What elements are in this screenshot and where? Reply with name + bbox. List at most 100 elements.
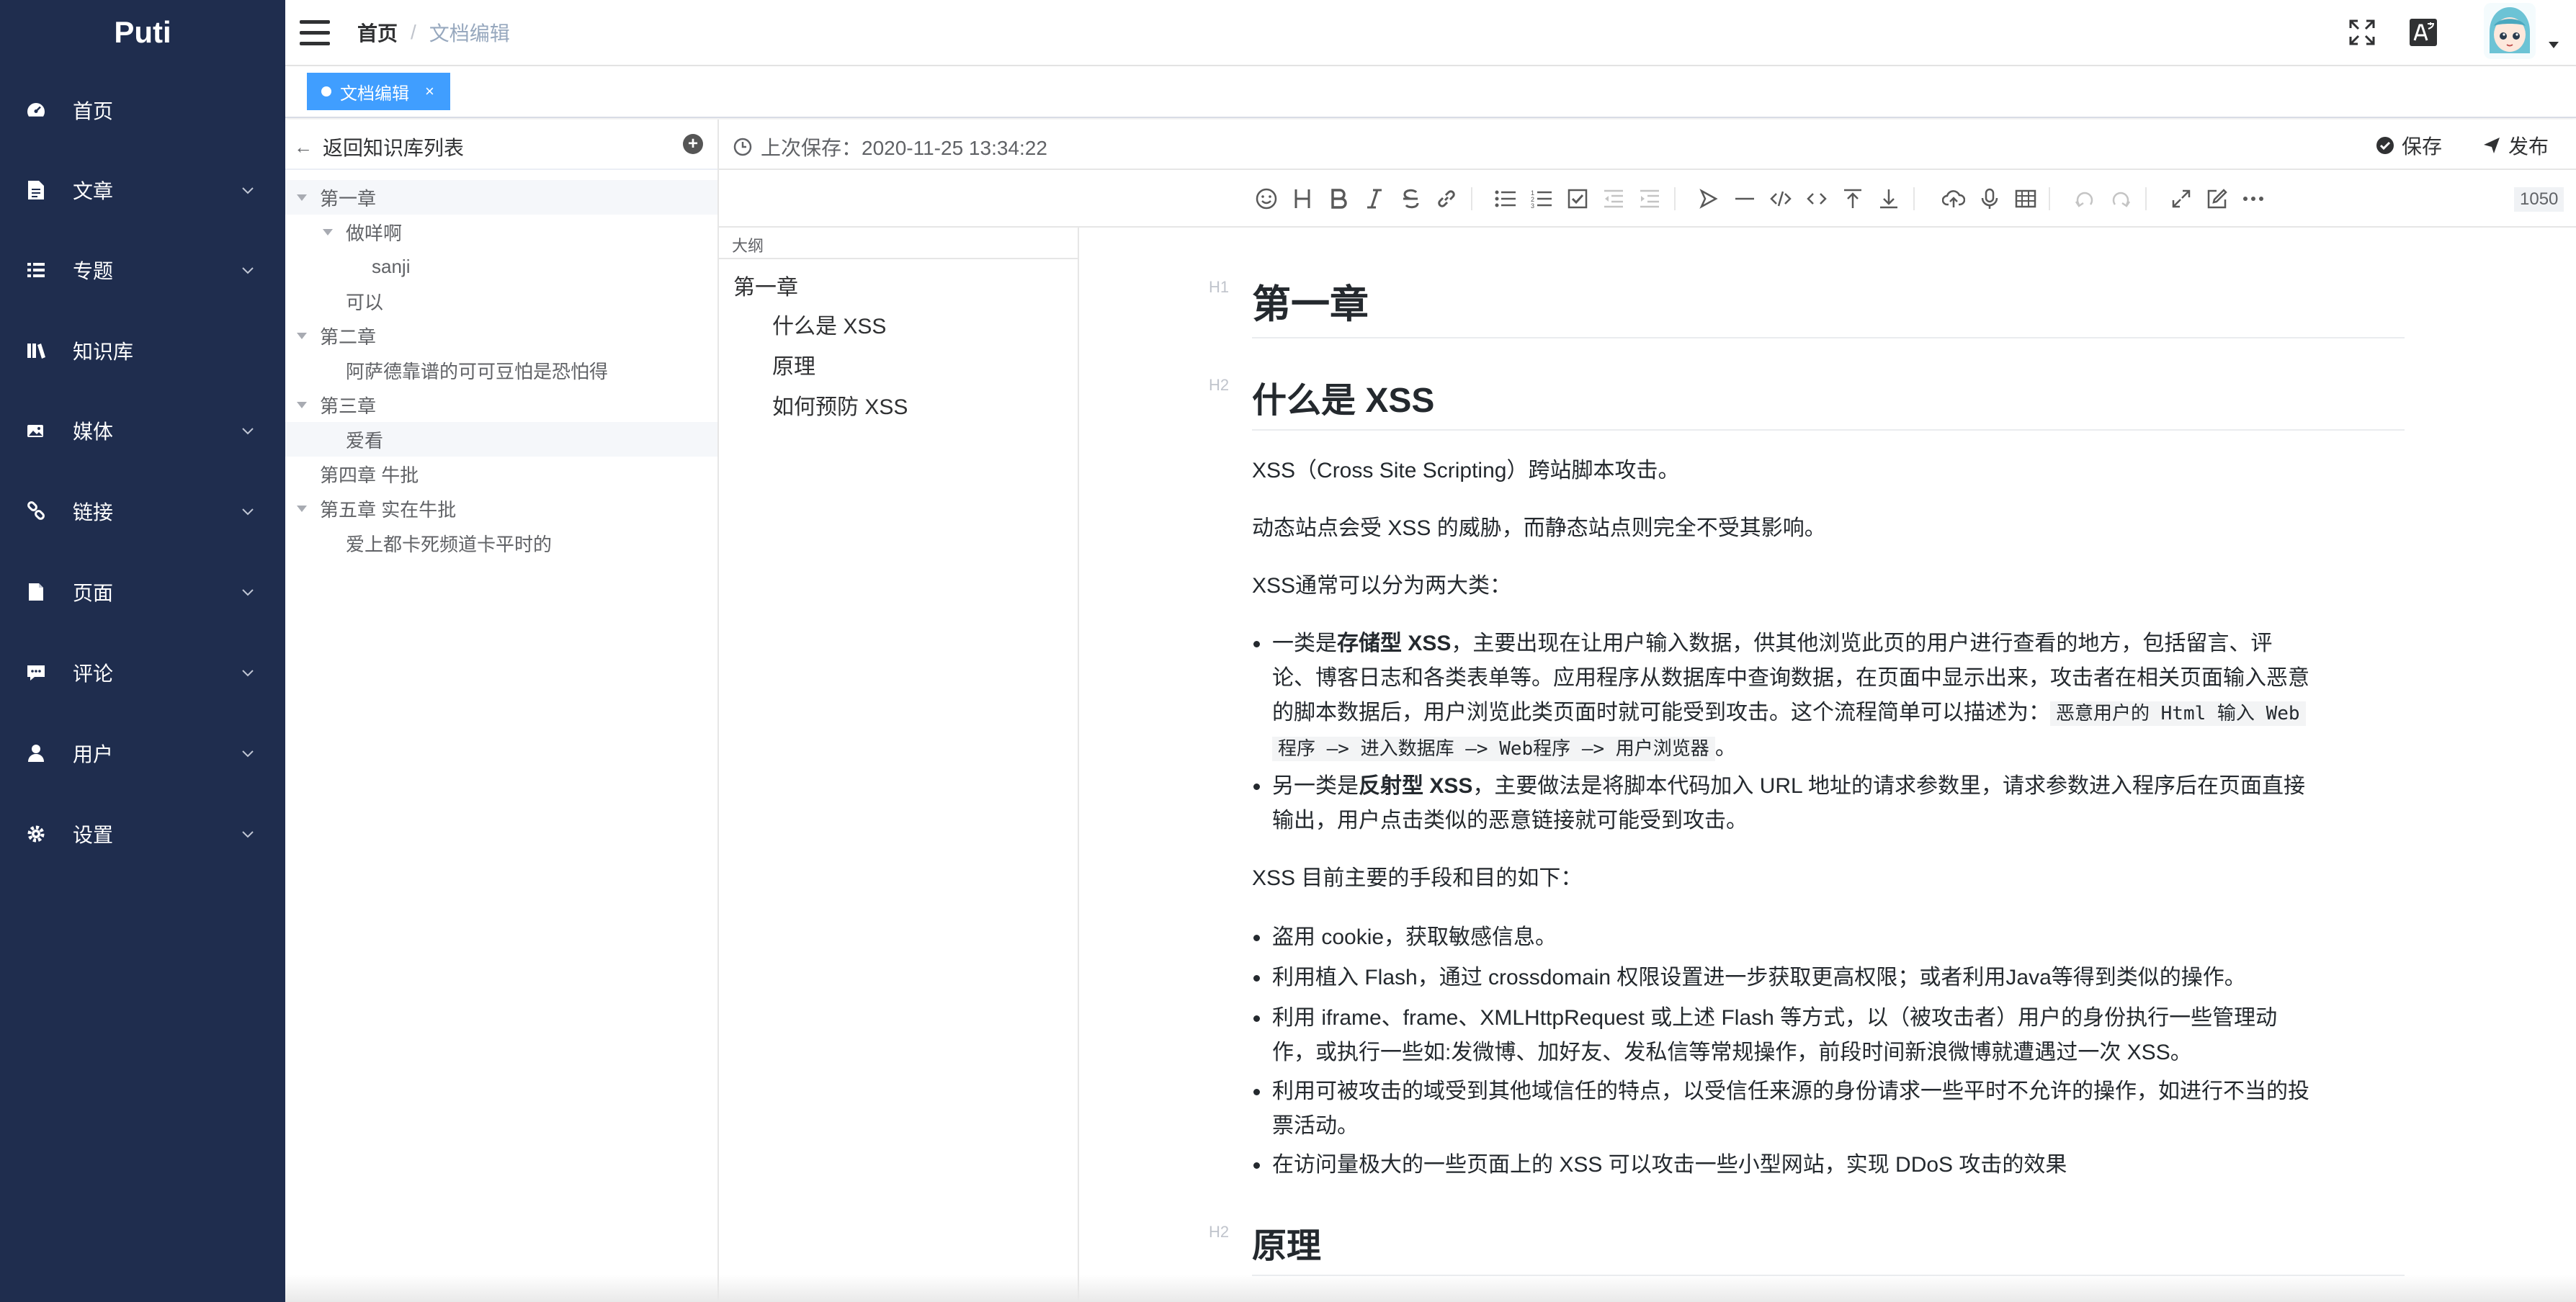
publish-button[interactable]: 发布 [2482, 131, 2549, 160]
caret-down-icon[interactable] [297, 401, 307, 408]
microphone-icon[interactable] [1977, 186, 2003, 212]
tree-node[interactable]: 第五章 实在牛批 [285, 491, 717, 526]
bullet-dot-icon [1253, 1015, 1260, 1022]
fullscreen-editor-icon[interactable] [2168, 186, 2194, 212]
outline-item[interactable]: 如何预防 XSS [772, 389, 908, 421]
italic-icon[interactable] [1361, 186, 1387, 212]
tag-document-edit[interactable]: 文档编辑 × [307, 73, 450, 110]
caret-down-icon[interactable] [323, 228, 333, 235]
heading-icon[interactable] [1289, 186, 1315, 212]
chevron-down-icon [242, 750, 254, 758]
arrow-left-icon: ← [294, 135, 313, 158]
code-block-icon[interactable] [1768, 186, 1794, 212]
chevron-down-icon [242, 187, 254, 194]
back-to-knowledge-list-link[interactable]: ← 返回知识库列表 [294, 133, 464, 161]
bold-icon[interactable] [1325, 186, 1351, 212]
tree-node[interactable]: 阿萨德靠谱的可可豆怕是恐怕得 [285, 353, 717, 387]
back-link-label: 返回知识库列表 [323, 137, 465, 159]
outline-item[interactable]: 什么是 XSS [772, 308, 886, 340]
avatar[interactable] [2484, 3, 2536, 59]
list-icon [24, 259, 48, 282]
horizontal-line-icon[interactable] [1732, 186, 1758, 212]
outline-title: 大纲 [732, 237, 764, 255]
dashboard-icon [24, 99, 48, 122]
outline-item[interactable]: 第一章 [733, 269, 798, 301]
chevron-down-icon [242, 428, 254, 435]
tree-node[interactable]: 爱看 [285, 422, 717, 457]
upload-icon[interactable] [1941, 186, 1967, 212]
translate-icon[interactable] [2407, 16, 2440, 49]
hamburger-menu-icon[interactable] [300, 19, 331, 48]
caret-down-icon[interactable] [297, 505, 307, 512]
sidebar-item-label: 专题 [73, 260, 114, 282]
indent-icon[interactable] [1637, 186, 1663, 212]
chevron-down-icon [242, 508, 254, 516]
sidebar-item-label: 链接 [73, 501, 114, 524]
sidebar-item-label: 媒体 [73, 421, 114, 443]
tree-node-label: 爱看 [346, 429, 384, 452]
emoji-icon[interactable] [1253, 186, 1279, 212]
redo-icon[interactable] [2108, 186, 2134, 212]
list-item: 利用可被攻击的域受到其他域信任的特点，以受信任来源的身份请求一些平时不允许的操作… [1253, 1074, 2403, 1144]
insert-before-icon[interactable] [1840, 186, 1866, 212]
heading-level-marker: H2 [1209, 1223, 1230, 1241]
quote-icon[interactable] [1696, 186, 1722, 212]
tree-node[interactable]: 第一章 [285, 180, 717, 215]
clock-icon [733, 138, 752, 156]
list-item: 利用植入 Flash，通过 crossdomain 权限设置进一步获取更高权限；… [1253, 961, 2403, 995]
sidebar-item-comments[interactable]: 评论 [0, 637, 285, 709]
add-node-icon[interactable]: + [683, 134, 703, 154]
tree-node[interactable]: sanji [285, 249, 717, 284]
fullscreen-icon[interactable] [2345, 16, 2379, 49]
tree-node-label: 第一章 [320, 187, 377, 210]
publish-label: 发布 [2508, 135, 2549, 158]
tree-node[interactable]: 爱上都卡死频道卡平时的 [285, 526, 717, 560]
more-icon[interactable] [2240, 186, 2266, 212]
brand-logo: Puti [114, 15, 171, 49]
heading-level-marker: H2 [1209, 376, 1230, 394]
save-button[interactable]: 保存 [2376, 131, 2442, 160]
link-icon[interactable] [1434, 186, 1459, 212]
sidebar-item-media[interactable]: 媒体 [0, 395, 285, 467]
sidebar-item-home[interactable]: 首页 [0, 74, 285, 146]
sidebar-item-pages[interactable]: 页面 [0, 556, 285, 628]
sidebar-item-users[interactable]: 用户 [0, 717, 285, 789]
sidebar-item-articles[interactable]: 文章 [0, 154, 285, 226]
caret-down-icon[interactable] [297, 194, 307, 201]
tree-node-label: 可以 [346, 291, 384, 313]
checklist-icon[interactable] [1565, 186, 1591, 212]
heading-1: 第一章 [1252, 283, 1369, 326]
caret-down-icon[interactable] [297, 332, 307, 339]
tree-node[interactable]: 第二章 [285, 318, 717, 353]
breadcrumb-home[interactable]: 首页 [357, 18, 398, 47]
sidebar-item-topics[interactable]: 专题 [0, 234, 285, 306]
tree-node[interactable]: 第四章 牛批 [285, 457, 717, 491]
table-icon[interactable] [2013, 186, 2039, 212]
tree-node-label: 第五章 实在牛批 [320, 498, 457, 521]
avatar-dropdown-caret-icon[interactable] [2549, 42, 2559, 48]
sidebar-item-label: 用户 [73, 743, 114, 766]
tree-node[interactable]: 做咩啊 [285, 215, 717, 249]
tree-node[interactable]: 第三章 [285, 387, 717, 422]
sidebar-item-knowledge-base[interactable]: 知识库 [0, 315, 285, 387]
insert-after-icon[interactable] [1876, 186, 1902, 212]
bullet-dot-icon [1253, 641, 1260, 647]
undo-icon[interactable] [2072, 186, 2098, 212]
tag-close-icon[interactable]: × [425, 84, 434, 99]
inline-code-icon[interactable] [1804, 186, 1830, 212]
ordered-list-icon[interactable]: 123 [1529, 186, 1555, 212]
outline-item[interactable]: 原理 [772, 349, 815, 380]
list-item: 盗用 cookie，获取敏感信息。 [1253, 920, 2403, 955]
unordered-list-icon[interactable] [1493, 186, 1519, 212]
tree-node[interactable]: 可以 [285, 284, 717, 318]
markdown-preview: H1 第一章 H2 什么是 XSS XSS（Cross Site Scripti… [1081, 228, 2576, 1302]
sidebar-item-links[interactable]: 链接 [0, 475, 285, 547]
sidebar-item-settings[interactable]: 设置 [0, 798, 285, 870]
edit-mode-icon[interactable] [2204, 186, 2230, 212]
bullet-dot-icon [1253, 975, 1260, 982]
strikethrough-icon[interactable] [1397, 186, 1423, 212]
gear-icon [24, 822, 48, 845]
link-icon [24, 500, 48, 523]
outdent-icon[interactable] [1601, 186, 1627, 212]
tree-header: ← 返回知识库列表 + [285, 120, 717, 170]
